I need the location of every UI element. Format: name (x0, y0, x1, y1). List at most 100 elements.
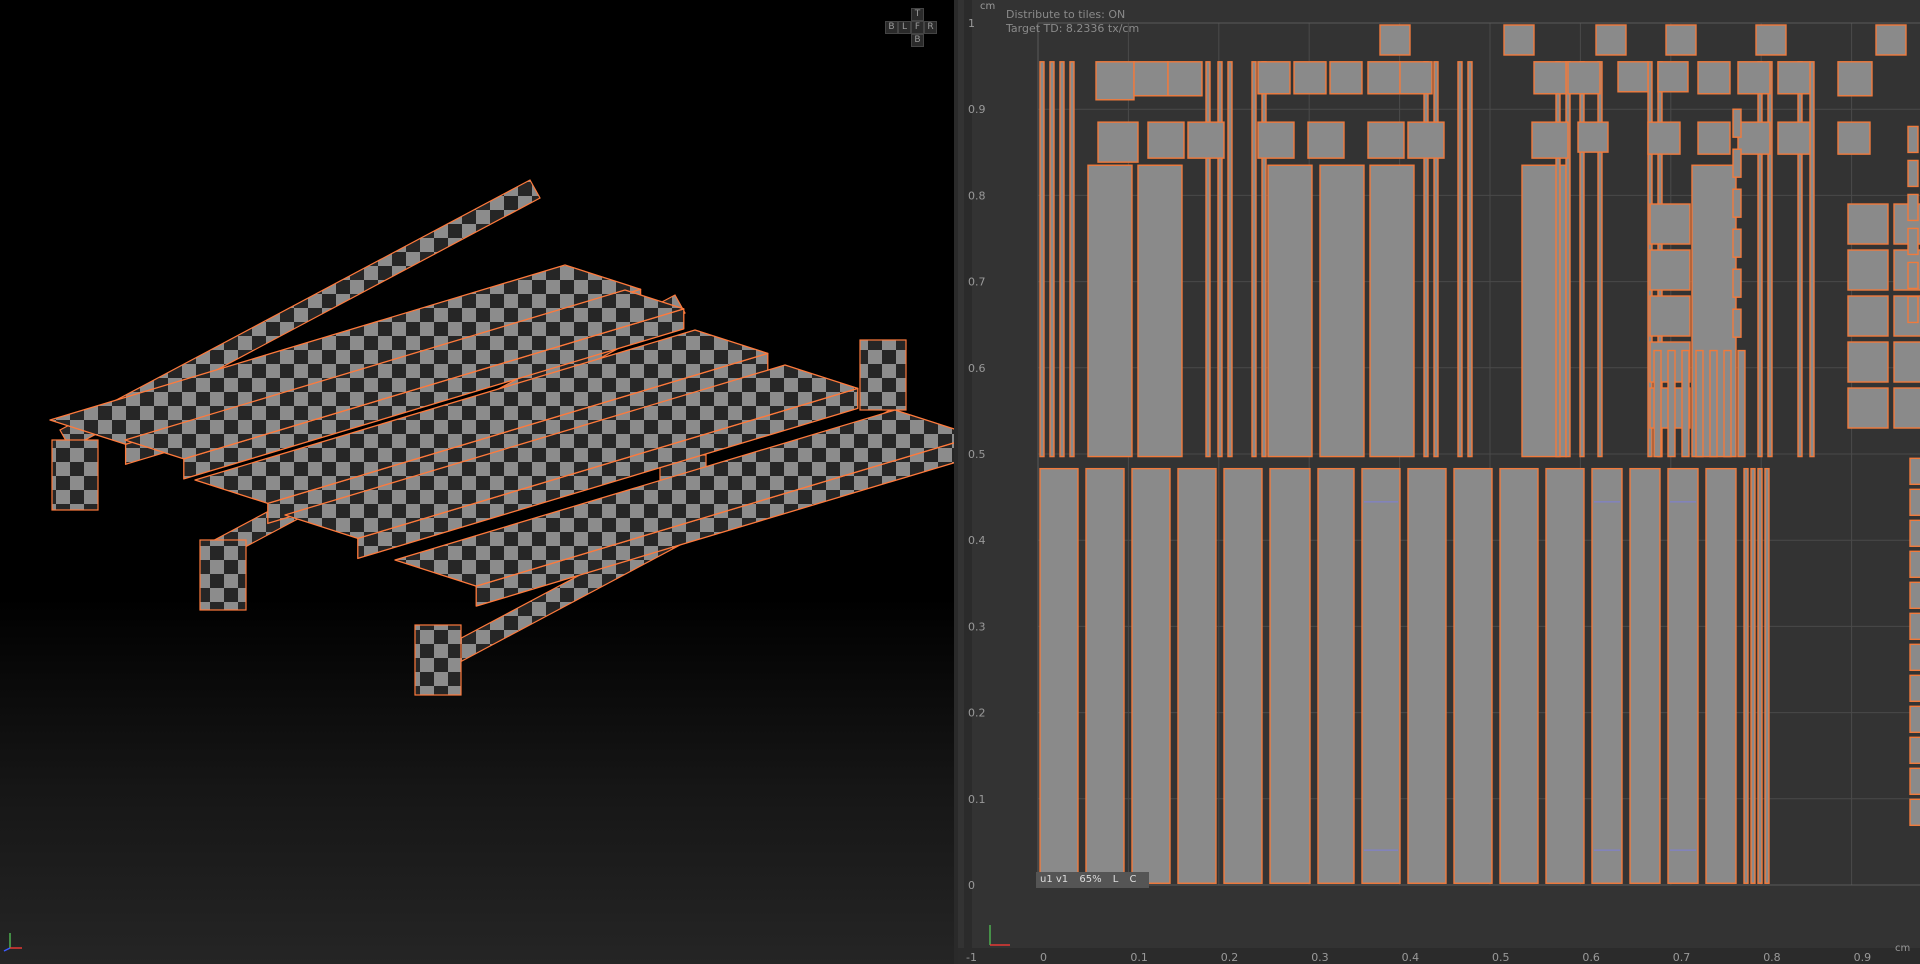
uv-shell-strip[interactable] (1597, 61, 1603, 458)
uv-shell-block[interactable] (1732, 228, 1742, 258)
uv-shell-strip[interactable] (1049, 61, 1055, 458)
uv-shell-strip[interactable] (1579, 61, 1585, 458)
uv-shell-block[interactable] (1907, 159, 1919, 188)
uv-shell-plank[interactable] (1131, 467, 1171, 884)
uv-shell-strip[interactable] (1227, 61, 1233, 458)
uv-shell-strip[interactable] (1039, 61, 1045, 458)
uv-shell-plank[interactable] (1369, 164, 1415, 458)
uv-shell-strip[interactable] (1743, 467, 1749, 884)
uv-shell-peg[interactable] (1653, 349, 1662, 458)
uv-shell-block[interactable] (1847, 387, 1889, 429)
uv-shell-peg[interactable] (1695, 349, 1704, 458)
uv-shell-strip[interactable] (1467, 61, 1473, 458)
uv-shell-block[interactable] (1909, 612, 1920, 641)
uv-shell-block[interactable] (1893, 341, 1920, 383)
uv-shell-plank[interactable] (1267, 164, 1313, 458)
uv-shell-plank[interactable] (1039, 467, 1079, 884)
uv-shell-block[interactable] (1837, 61, 1873, 97)
uv-shell-block[interactable] (1737, 61, 1771, 95)
navcube-left-button[interactable]: L (898, 21, 911, 34)
uv-shell-strip[interactable] (1757, 61, 1763, 458)
uv-shell-block[interactable] (1777, 61, 1811, 95)
uv-shell-block[interactable] (1732, 268, 1742, 298)
uv-shell-block[interactable] (1097, 121, 1139, 163)
uv-shell-block[interactable] (1649, 295, 1691, 337)
uv-shell-block[interactable] (1732, 188, 1742, 218)
uv-shell-block[interactable] (1697, 61, 1731, 95)
uv-layout-canvas[interactable]: 1 0.9 0.8 0.7 0.6 0.5 0.4 0.3 0.2 0.1 0 -1 0 0.1 0.2 0.… (958, 0, 1920, 964)
uv-shell-block[interactable] (1907, 261, 1919, 290)
uv-shell-block[interactable] (1399, 61, 1433, 95)
uv-shell-plank[interactable] (1269, 467, 1311, 884)
uv-shell-plank[interactable] (1629, 467, 1661, 884)
uv-shell-block[interactable] (1329, 61, 1363, 95)
uv-shell-block[interactable] (1893, 387, 1920, 429)
uv-shell-strip[interactable] (1565, 61, 1571, 458)
uv-shell-block[interactable] (1533, 61, 1567, 95)
uv-shell-block[interactable] (1133, 61, 1169, 97)
uv-shell-block[interactable] (1531, 121, 1569, 159)
uv-shell-plank[interactable] (1319, 164, 1365, 458)
uv-shell-strip[interactable] (1750, 467, 1756, 884)
uv-shell-block[interactable] (1649, 249, 1691, 291)
uv-shell-plank[interactable] (1177, 467, 1217, 884)
uv-shell-block[interactable] (1755, 24, 1787, 56)
uv-shell-block[interactable] (1909, 767, 1920, 796)
uv-shell-strip[interactable] (1555, 61, 1561, 458)
uv-shell-block[interactable] (1907, 227, 1919, 256)
uv-shell-block[interactable] (1907, 193, 1919, 222)
uv-shell-block[interactable] (1503, 24, 1535, 56)
uv-shell-block[interactable] (1187, 121, 1225, 159)
uv-shell-block[interactable] (1697, 121, 1731, 155)
uv-shell-block[interactable] (1909, 705, 1920, 734)
pallet-model-render[interactable] (0, 0, 954, 964)
uv-shell-block[interactable] (1909, 488, 1920, 517)
uv-shell-strip[interactable] (1423, 61, 1429, 458)
3d-viewport[interactable]: T B L F R B (0, 0, 954, 964)
uv-shell-peg[interactable] (1681, 349, 1690, 458)
uv-shell-block[interactable] (1909, 581, 1920, 610)
uv-shell-strip[interactable] (1261, 61, 1267, 458)
uv-shell-strip[interactable] (1251, 61, 1257, 458)
uv-shell-peg[interactable] (1667, 349, 1676, 458)
uv-shell-plank[interactable] (1591, 467, 1623, 884)
uv-shell-block[interactable] (1567, 61, 1601, 95)
uv-shell-strip[interactable] (1217, 61, 1223, 458)
uv-shell-strip[interactable] (1764, 467, 1770, 884)
uv-shell-strip[interactable] (1069, 61, 1075, 458)
uv-shell-block[interactable] (1909, 736, 1920, 765)
uv-shell-block[interactable] (1367, 61, 1401, 95)
uv-shell-strip[interactable] (1205, 61, 1211, 458)
uv-shell-block[interactable] (1909, 643, 1920, 672)
uv-shell-plank[interactable] (1545, 467, 1585, 884)
uv-shell-block[interactable] (1647, 121, 1681, 155)
pallet-block-1[interactable] (51, 439, 99, 511)
uv-shell-block[interactable] (1909, 457, 1920, 486)
uv-shell-strip[interactable] (1809, 61, 1815, 458)
uv-shell-block[interactable] (1732, 148, 1742, 178)
uv-shell-strip[interactable] (1059, 61, 1065, 458)
uv-shell-block[interactable] (1095, 61, 1135, 101)
uv-shell-plank[interactable] (1317, 467, 1355, 884)
navcube-back-button[interactable]: B (885, 21, 898, 34)
uv-shell-strip[interactable] (1757, 467, 1763, 884)
cage-toggle[interactable]: C (1130, 874, 1137, 885)
uv-shell-block[interactable] (1875, 24, 1907, 56)
pallet-block-2[interactable] (199, 539, 247, 611)
uv-shell-block[interactable] (1595, 24, 1627, 56)
uv-shell-block[interactable] (1379, 24, 1411, 56)
uv-shell-block[interactable] (1257, 121, 1295, 159)
navcube-bottom-button[interactable]: B (911, 34, 924, 47)
uv-shell-block[interactable] (1649, 203, 1691, 245)
uv-shell-block[interactable] (1307, 121, 1345, 159)
uv-shell-plank[interactable] (1499, 467, 1539, 884)
uv-shell-block[interactable] (1847, 295, 1889, 337)
navcube-top-button[interactable]: T (911, 8, 924, 21)
uv-shell-plank[interactable] (1085, 467, 1125, 884)
uv-shell-plank[interactable] (1705, 467, 1737, 884)
uv-shell-plank[interactable] (1087, 164, 1133, 458)
uv-shell-block[interactable] (1257, 61, 1291, 95)
uv-shell-plank[interactable] (1223, 467, 1263, 884)
uv-shell-block[interactable] (1909, 674, 1920, 703)
navcube-front-button[interactable]: F (911, 21, 924, 34)
